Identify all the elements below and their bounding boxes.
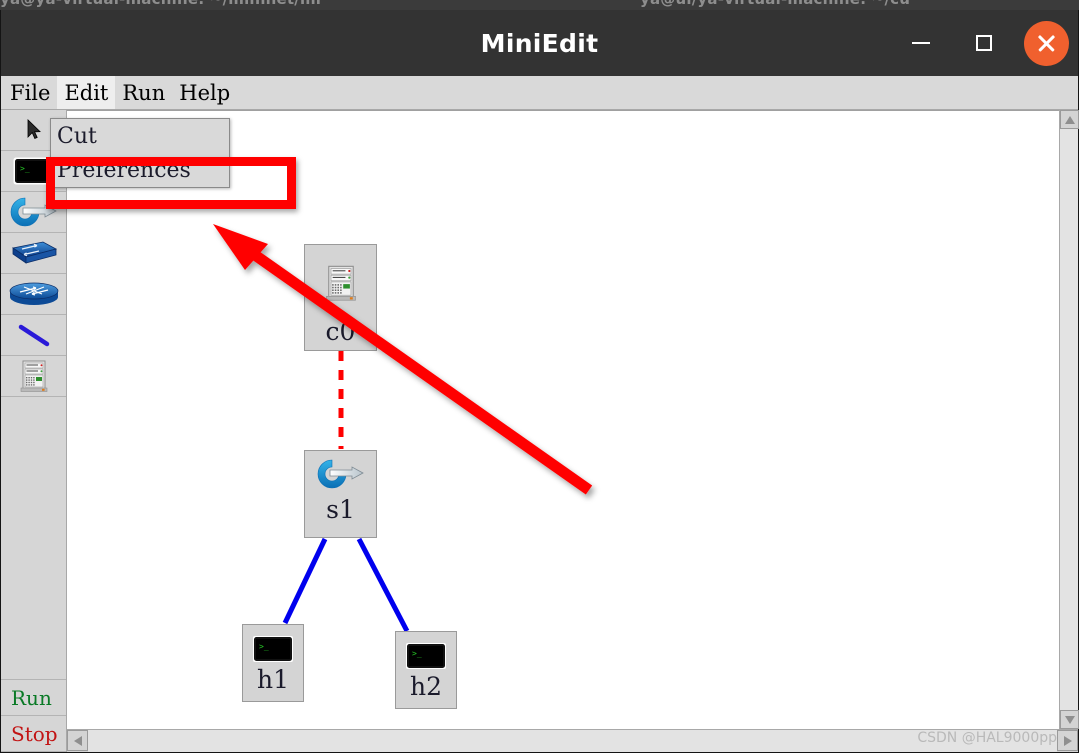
screen-root: ya@ya-virtual-machine: ~/mininet/ml ya@u…	[0, 0, 1079, 753]
menu-help[interactable]: Help	[172, 76, 237, 109]
node-label-h1: h1	[256, 665, 289, 694]
window-title: MiniEdit	[480, 28, 599, 58]
run-stop-group: Run Stop	[1, 679, 66, 752]
node-h1[interactable]: >_ h1	[242, 624, 304, 702]
node-h2[interactable]: >_ h2	[395, 631, 457, 709]
menu-file[interactable]: File	[3, 76, 57, 109]
router-icon	[9, 282, 58, 305]
vertical-scroll-track[interactable]	[1060, 129, 1078, 710]
chevron-left-icon	[73, 735, 82, 746]
scroll-up-button[interactable]	[1060, 110, 1079, 129]
svg-text:>_: >_	[412, 649, 422, 658]
svg-text:>_: >_	[20, 164, 30, 173]
minimize-icon	[911, 42, 930, 44]
menu-edit[interactable]: Edit	[57, 76, 116, 109]
switch-tool[interactable]	[1, 233, 66, 274]
annotation-highlight-rect	[46, 157, 296, 209]
node-label-c0: c0	[325, 317, 356, 346]
menubar: File Edit Run Help	[1, 76, 1078, 110]
vertical-scrollbar[interactable]	[1059, 110, 1079, 729]
chevron-down-icon	[1064, 715, 1075, 724]
close-icon	[1024, 20, 1069, 66]
link-s1-h2	[356, 537, 410, 633]
controller-swirl-icon	[316, 457, 366, 491]
scroll-down-button[interactable]	[1060, 710, 1079, 729]
node-s1[interactable]: s1	[304, 450, 377, 538]
link-line-icon	[18, 324, 49, 347]
maximize-button[interactable]	[952, 10, 1015, 76]
menu-item-cut[interactable]: Cut	[51, 119, 229, 153]
minimize-button[interactable]	[889, 10, 952, 76]
router-tool[interactable]	[1, 274, 66, 315]
terminal-host-icon: >_	[405, 641, 447, 671]
node-label-h2: h2	[409, 672, 442, 701]
svg-text:>_: >_	[259, 642, 269, 651]
background-terminal-title-right: ya@ui/ya-virtual-machine: ~/cu	[640, 0, 910, 8]
legacy-host-tool[interactable]	[1, 356, 66, 397]
close-button[interactable]	[1015, 10, 1078, 76]
cursor-arrow-icon	[27, 119, 41, 140]
server-rack-icon	[20, 360, 47, 392]
terminal-host-icon: >_	[252, 634, 294, 664]
toolbar-spacer	[1, 397, 66, 679]
scroll-right-button[interactable]	[1057, 730, 1078, 751]
scroll-left-button[interactable]	[67, 730, 88, 751]
node-label-s1: s1	[326, 495, 355, 524]
watermark: CSDN @HAL9000pp	[917, 730, 1057, 746]
window-controls	[889, 10, 1078, 76]
horizontal-scroll-track[interactable]	[88, 730, 1057, 752]
link-s1-h1	[282, 537, 328, 625]
run-button[interactable]: Run	[1, 680, 66, 716]
chevron-up-icon	[1064, 115, 1075, 124]
server-rack-icon	[321, 253, 361, 313]
chevron-right-icon	[1063, 735, 1072, 746]
menu-run[interactable]: Run	[115, 76, 172, 109]
maximize-icon	[975, 35, 992, 51]
node-c0[interactable]: c0	[304, 244, 377, 351]
link-tool[interactable]	[1, 315, 66, 356]
background-terminal-title-left: ya@ya-virtual-machine: ~/mininet/ml	[0, 0, 321, 8]
switch-icon	[11, 241, 57, 264]
window-titlebar: MiniEdit	[1, 10, 1078, 76]
stop-button[interactable]: Stop	[1, 716, 66, 752]
